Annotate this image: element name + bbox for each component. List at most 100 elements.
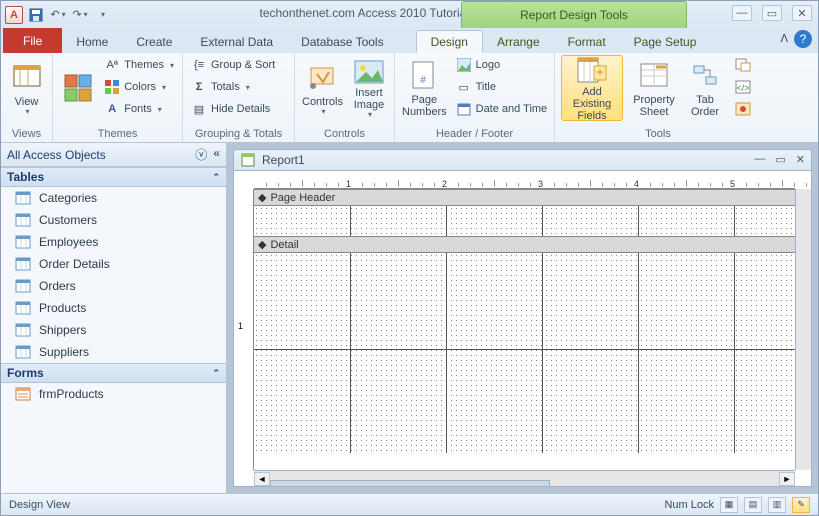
nav-item[interactable]: Customers: [1, 209, 226, 231]
totals-dropdown[interactable]: ΣTotals▾: [189, 77, 277, 97]
table-icon: [15, 322, 31, 338]
tab-format[interactable]: Format: [554, 30, 620, 53]
close-button[interactable]: ✕: [792, 5, 812, 21]
fonts-dropdown[interactable]: AFonts▾: [102, 99, 176, 119]
group-sort-icon: {≡: [191, 57, 207, 73]
convert-macros-button[interactable]: [733, 99, 753, 119]
nav-section-forms[interactable]: Forms⌃: [1, 363, 226, 383]
tab-external-data[interactable]: External Data: [186, 30, 287, 53]
tab-create[interactable]: Create: [122, 30, 186, 53]
colors-icon: [104, 79, 120, 95]
ribbon: View▾ Views AªThemes▾ Colors▾ AFonts▾ Th…: [1, 53, 818, 143]
doc-restore-button[interactable]: ▭: [775, 153, 785, 166]
doc-close-button[interactable]: ✕: [796, 153, 805, 166]
app-icon[interactable]: A: [5, 6, 23, 24]
statusbar: Design View Num Lock ▦ ▤ ▥ ✎: [1, 493, 818, 515]
nav-item[interactable]: Employees: [1, 231, 226, 253]
table-icon: [15, 278, 31, 294]
context-tab-title: Report Design Tools: [461, 1, 687, 28]
layout-view-button[interactable]: ▥: [768, 497, 786, 513]
insert-image-button[interactable]: Insert Image▾: [350, 55, 388, 121]
tab-arrange[interactable]: Arrange: [483, 30, 554, 53]
calendar-icon: [456, 101, 472, 117]
tab-order-icon: [689, 60, 721, 92]
view-icon: [11, 62, 43, 94]
table-icon: [15, 212, 31, 228]
undo-icon[interactable]: ↶▾: [49, 6, 67, 24]
themes-icon: [62, 72, 94, 104]
nav-section-tables[interactable]: Tables⌃: [1, 167, 226, 187]
tab-order-button[interactable]: Tab Order: [685, 55, 725, 121]
ribbon-tab-strip: File Home Create External Data Database …: [1, 28, 818, 53]
page-numbers-icon: #: [408, 60, 440, 92]
nav-search-icon[interactable]: ⓥ: [195, 146, 207, 163]
report-icon: [240, 152, 256, 168]
doc-minimize-button[interactable]: —: [754, 153, 765, 166]
logo-button[interactable]: Logo: [454, 55, 550, 75]
view-label: View: [15, 96, 39, 108]
group-sort-button[interactable]: {≡Group & Sort: [189, 55, 277, 75]
controls-button[interactable]: Controls▾: [301, 55, 344, 121]
nav-item[interactable]: Shippers: [1, 319, 226, 341]
page-header-bar[interactable]: ◆Page Header: [254, 189, 795, 206]
macro-icon: [735, 101, 751, 117]
nav-item[interactable]: Products: [1, 297, 226, 319]
help-icon[interactable]: ?: [794, 30, 812, 48]
nav-item[interactable]: Orders: [1, 275, 226, 297]
nav-collapse-icon[interactable]: «: [213, 146, 220, 163]
tab-page-setup[interactable]: Page Setup: [620, 30, 711, 53]
scroll-right-icon[interactable]: ►: [779, 472, 795, 486]
save-icon[interactable]: [27, 6, 45, 24]
property-sheet-button[interactable]: Property Sheet: [629, 55, 679, 121]
add-existing-fields-button[interactable]: + Add Existing Fields: [561, 55, 623, 121]
design-surface[interactable]: ◆Page Header ◆Detail: [254, 189, 795, 470]
report-view-button[interactable]: ▦: [720, 497, 738, 513]
themes-dropdown[interactable]: AªThemes▾: [102, 55, 176, 75]
file-tab[interactable]: File: [3, 28, 62, 53]
view-code-button[interactable]: </>: [733, 77, 753, 97]
redo-icon[interactable]: ↷▾: [71, 6, 89, 24]
nav-item[interactable]: frmProducts: [1, 383, 226, 405]
add-fields-icon: +: [576, 56, 608, 84]
nav-item[interactable]: Order Details: [1, 253, 226, 275]
horizontal-scrollbar[interactable]: ◄ ►: [254, 470, 795, 486]
report-titlebar[interactable]: Report1 — ▭ ✕: [233, 149, 812, 171]
minimize-button[interactable]: —: [732, 5, 752, 21]
view-button[interactable]: View▾: [7, 55, 46, 121]
qat-customize-icon[interactable]: ▾: [93, 6, 111, 24]
tab-home[interactable]: Home: [62, 30, 122, 53]
vertical-scrollbar[interactable]: [795, 189, 811, 470]
nav-header[interactable]: All Access Objects ⓥ«: [1, 143, 226, 167]
datetime-button[interactable]: Date and Time: [454, 99, 550, 119]
restore-button[interactable]: ▭: [762, 5, 782, 21]
subreport-icon: [735, 57, 751, 73]
detail-bar[interactable]: ◆Detail: [254, 236, 795, 253]
sigma-icon: Σ: [191, 79, 207, 95]
tab-database-tools[interactable]: Database Tools: [287, 30, 398, 53]
nav-item[interactable]: Categories: [1, 187, 226, 209]
vertical-ruler[interactable]: 1: [234, 189, 254, 470]
horizontal-ruler[interactable]: 12345: [254, 171, 795, 189]
colors-dropdown[interactable]: Colors▾: [102, 77, 176, 97]
scroll-left-icon[interactable]: ◄: [254, 472, 270, 486]
group-views-label: Views: [7, 126, 46, 142]
themes-button[interactable]: [59, 55, 96, 121]
title-button[interactable]: ▭Title: [454, 77, 550, 97]
print-preview-button[interactable]: ▤: [744, 497, 762, 513]
group-grouping-label: Grouping & Totals: [189, 126, 288, 142]
hide-details-button[interactable]: ▤Hide Details: [189, 99, 277, 119]
design-canvas: Report1 — ▭ ✕ 12345 1 ◆Page Header ◆De: [227, 143, 818, 493]
table-icon: [15, 256, 31, 272]
minimize-ribbon-icon[interactable]: ᐱ: [780, 32, 788, 45]
design-view-button[interactable]: ✎: [792, 497, 810, 513]
page-header-section[interactable]: [254, 206, 795, 236]
image-icon: [353, 58, 385, 85]
svg-text:#: #: [421, 75, 427, 86]
detail-section[interactable]: [254, 253, 795, 453]
tab-design[interactable]: Design: [416, 30, 483, 53]
nav-item[interactable]: Suppliers: [1, 341, 226, 363]
title-icon: ▭: [456, 79, 472, 95]
page-numbers-button[interactable]: # Page Numbers: [401, 55, 448, 121]
subreport-button[interactable]: [733, 55, 753, 75]
property-sheet-icon: [638, 60, 670, 92]
